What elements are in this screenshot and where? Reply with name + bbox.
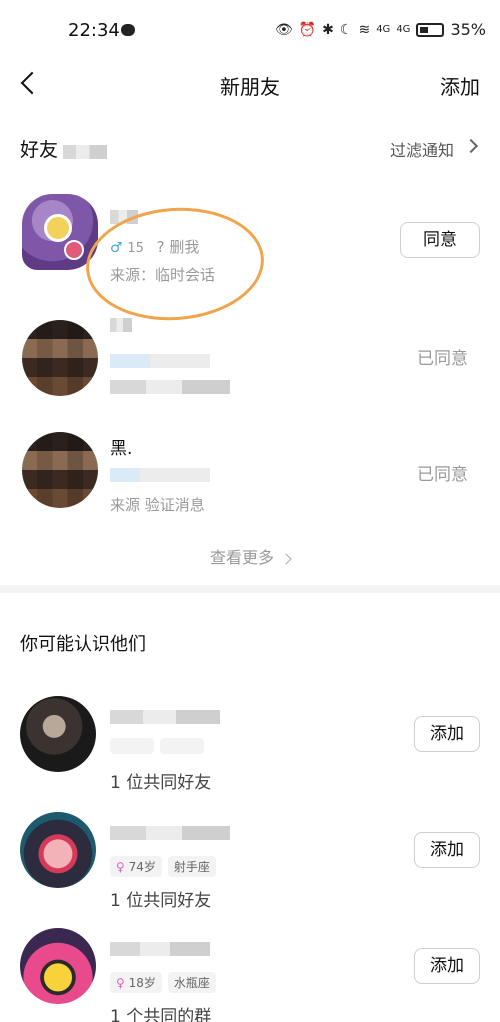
age-tag: ♀ 74岁 <box>110 856 162 877</box>
filter-notifications-link[interactable]: 过滤通知 <box>390 137 454 161</box>
blurred-text <box>63 144 108 159</box>
see-more-label: 查看更多 <box>209 548 274 567</box>
battery-icon <box>416 22 445 37</box>
status-bar: 22:34 👁 ⏰ ✱ ☾ ≋ 4G 4G 35% <box>0 0 500 62</box>
friends-section-header: 好友 过滤通知 <box>20 135 480 161</box>
avatar[interactable] <box>22 320 98 396</box>
nav-bar: 新朋友 添加 <box>0 62 500 106</box>
agree-button[interactable]: 同意 <box>400 222 480 258</box>
signal-1-label: 4G <box>376 24 391 35</box>
mutual-info: 1 位共同好友 <box>110 891 212 911</box>
suggestion-name <box>110 942 210 956</box>
suggestion-row[interactable]: ♀ 74岁 射手座 1 位共同好友 添加 <box>0 810 500 920</box>
zodiac-tag: 水瓶座 <box>167 972 216 993</box>
status-time: 22:34 <box>68 20 120 41</box>
avatar[interactable] <box>20 928 96 1004</box>
chevron-right-icon <box>463 138 479 154</box>
female-icon: ♀ <box>116 976 125 990</box>
friend-source-blur <box>110 380 230 394</box>
wifi-icon: ≋ <box>358 21 371 38</box>
bluetooth-icon: ✱ <box>322 21 334 38</box>
battery-percent: 35% <box>450 20 486 39</box>
friend-request-row[interactable]: 黑. 来源 验证消息 已同意 <box>0 428 500 538</box>
agreed-status: 已同意 <box>417 465 468 485</box>
age-tag <box>110 738 154 754</box>
friend-request-row[interactable]: 已同意 <box>0 312 500 422</box>
eye-icon: 👁 <box>274 21 293 38</box>
suggestion-row[interactable]: 1 位共同好友 添加 <box>0 694 500 804</box>
friend-name: 黑. <box>110 439 133 459</box>
suggestion-name <box>110 710 220 724</box>
suggestion-tags: ♀ 74岁 射手座 <box>110 856 216 877</box>
signal-2-label: 4G <box>396 24 411 35</box>
add-friend-button[interactable]: 添加 <box>414 948 480 984</box>
add-friend-button[interactable]: 添加 <box>414 716 480 752</box>
suggestion-name <box>110 826 230 840</box>
see-more-link[interactable]: 查看更多 <box>0 544 500 568</box>
female-icon: ♀ <box>116 860 125 874</box>
zodiac-tag <box>160 738 204 754</box>
mutual-info: 1 位共同好友 <box>110 773 212 793</box>
avatar[interactable] <box>20 812 96 888</box>
zodiac-tag: 射手座 <box>167 856 216 877</box>
avatar[interactable] <box>20 696 96 772</box>
age-tag: ♀ 18岁 <box>110 972 162 993</box>
friends-section-title: 好友 <box>20 139 59 161</box>
section-divider <box>0 585 500 593</box>
suggestion-tags: ♀ 18岁 水瓶座 <box>110 972 216 993</box>
agreed-status: 已同意 <box>417 349 468 369</box>
chevron-right-icon <box>280 552 292 565</box>
add-button[interactable]: 添加 <box>440 71 480 100</box>
mutual-info: 1 个共同的群 <box>110 1007 212 1022</box>
page-title: 新朋友 <box>220 75 280 99</box>
suggestion-row[interactable]: ♀ 18岁 水瓶座 1 个共同的群 添加 <box>0 926 500 1022</box>
friend-source: 来源 验证消息 <box>110 496 205 514</box>
moon-icon: ☾ <box>339 21 353 38</box>
avatar[interactable] <box>22 432 98 508</box>
alarm-icon: ⏰ <box>298 21 317 38</box>
friend-name <box>110 318 132 332</box>
status-icons: 👁 ⏰ ✱ ☾ ≋ 4G 4G 35% <box>275 20 486 39</box>
may-know-title: 你可能认识他们 <box>20 634 146 655</box>
friend-meta-blur <box>110 468 210 482</box>
add-friend-button[interactable]: 添加 <box>414 832 480 868</box>
friend-meta-blur <box>110 354 210 368</box>
suggestion-tags <box>110 738 204 754</box>
message-icon <box>121 24 135 36</box>
